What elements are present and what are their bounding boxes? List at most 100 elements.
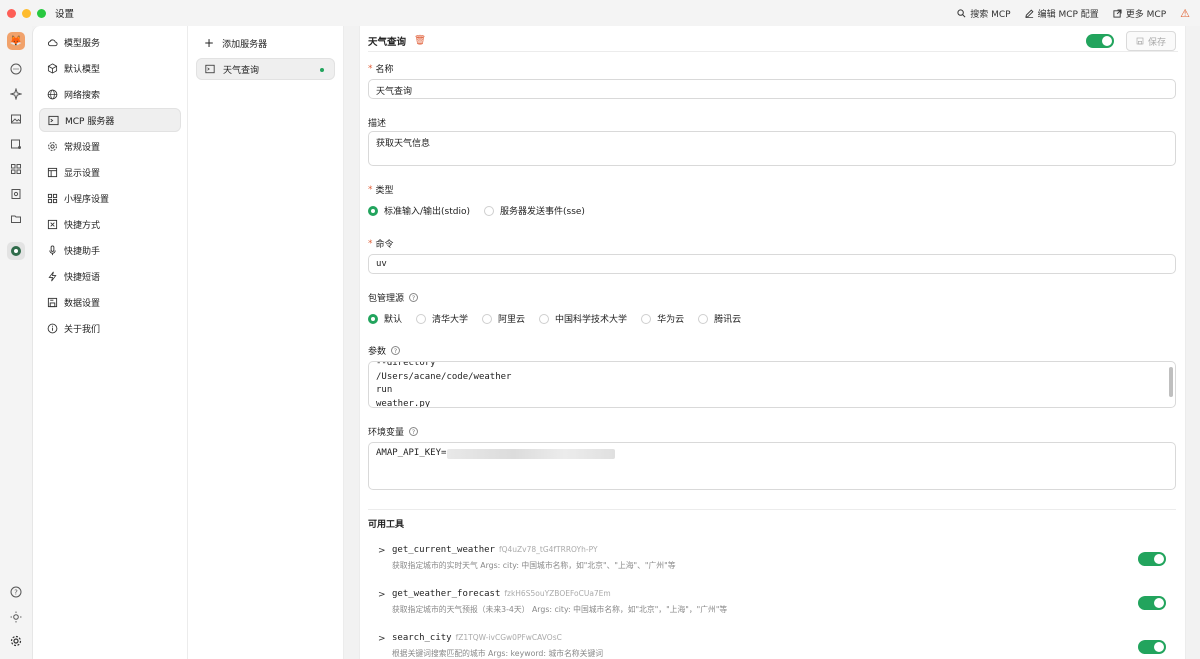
command-label-text: 命令 xyxy=(375,240,394,250)
nav-item-label: 关于我们 xyxy=(64,324,101,335)
args-scrollbar[interactable] xyxy=(1169,367,1173,397)
terminal-icon xyxy=(205,64,215,74)
tool-description: 根据关键词搜索匹配的城市 Args: keyword: 城市名称关键词 xyxy=(392,649,604,658)
radio-unselected xyxy=(482,313,493,324)
registry-option-huawei[interactable]: 华为云 xyxy=(641,312,684,325)
more-mcp-label: 更多 MCP xyxy=(1125,9,1167,20)
server-item-label: 天气查询 xyxy=(223,65,260,76)
nav-item-label: 快捷助手 xyxy=(64,246,101,257)
help-icon[interactable]: ? xyxy=(391,346,401,355)
edit-mcp-config-button[interactable]: 编辑 MCP 配置 xyxy=(1024,7,1099,20)
tool-id: fzkH6S5ouYZBOEFoCUa7Em xyxy=(504,589,611,598)
chevron-right-icon[interactable]: > xyxy=(378,634,386,644)
save-button[interactable]: 保存 xyxy=(1126,31,1176,51)
tool-enable-toggle[interactable] xyxy=(1138,596,1166,610)
registry-option-tsinghua[interactable]: 清华大学 xyxy=(416,312,468,325)
tool-enable-toggle[interactable] xyxy=(1138,640,1166,654)
registry-option-ustc[interactable]: 中国科学技术大学 xyxy=(539,312,627,325)
theme-sun-icon[interactable] xyxy=(8,609,24,625)
add-server-label: 添加服务器 xyxy=(222,39,268,50)
radio-selected xyxy=(368,205,378,216)
args-line: run xyxy=(376,385,393,395)
chevron-right-icon[interactable]: > xyxy=(378,546,386,556)
nav-item-quick-phrases[interactable]: 快捷短语 xyxy=(39,264,181,288)
warning-icon[interactable]: ⚠ xyxy=(1180,7,1190,20)
registry-option-label: 华为云 xyxy=(657,315,685,325)
type-option-stdio[interactable]: 标准输入/输出(stdio) xyxy=(368,204,470,217)
registry-option-label: 中国科学技术大学 xyxy=(555,315,628,325)
command-label: * 命令 xyxy=(368,237,394,251)
description-field[interactable]: 获取天气信息 xyxy=(368,131,1176,166)
nav-item-about[interactable]: 关于我们 xyxy=(39,316,181,340)
help-icon[interactable]: ? xyxy=(8,584,24,600)
env-textarea[interactable]: AMAP_API_KEY= xyxy=(368,442,1176,490)
gear-icon xyxy=(48,141,57,151)
radio-unselected xyxy=(698,313,709,324)
tool-row[interactable]: > search_city fZ1TQW-ivCGw0PFwCAVOsC 根据关键… xyxy=(368,630,1176,659)
document-search-icon[interactable] xyxy=(8,186,24,202)
minimize-window-button[interactable] xyxy=(22,8,31,18)
apps-grid-icon[interactable] xyxy=(8,161,24,177)
folder-icon[interactable] xyxy=(8,211,24,227)
sparkle-icon[interactable] xyxy=(8,86,24,102)
nav-item-shortcuts[interactable]: 快捷方式 xyxy=(39,212,181,236)
server-item-weather[interactable]: 天气查询 xyxy=(196,58,335,80)
command-field[interactable]: uv xyxy=(368,254,1176,274)
search-mcp-button[interactable]: 搜索 MCP xyxy=(957,7,1011,20)
args-line: weather.py xyxy=(376,398,431,408)
close-window-button[interactable] xyxy=(7,8,16,18)
registry-option-tencent[interactable]: 腾讯云 xyxy=(698,312,741,325)
chevron-right-icon[interactable]: > xyxy=(378,590,386,600)
tool-row[interactable]: > get_current_weather fQ4uZv78_tG4fTRROYh… xyxy=(368,542,1176,582)
settings-gear-icon[interactable] xyxy=(8,633,24,649)
settings-nav: 模型服务 默认模型 网络搜索 MCP 服务器 常规设置 显示设置 小程序设置 快… xyxy=(32,26,188,659)
tool-name-row: get_weather_forecast fzkH6S5ouYZBOEFoCUa7… xyxy=(392,589,611,599)
server-form: 天气查询 🗑 保存 * 名称 天气查询 描述 获取天气信息 * 类型 标准输入/… xyxy=(359,26,1186,659)
tool-description: 获取指定城市的天气预报（未来3-4天） Args: city: 中国城市名称，如… xyxy=(392,605,728,614)
tool-enable-toggle[interactable] xyxy=(1138,552,1166,566)
trash-icon[interactable]: 🗑 xyxy=(414,35,426,46)
registry-option-label: 腾讯云 xyxy=(714,315,742,325)
nav-item-quick-assistant[interactable]: 快捷助手 xyxy=(39,238,181,262)
edit-mcp-config-label: 编辑 MCP 配置 xyxy=(1037,9,1099,20)
type-option-label: 标准输入/输出(stdio) xyxy=(384,207,470,217)
radio-unselected xyxy=(539,313,550,324)
args-textarea[interactable]: --directory /Users/acane/code/weather ru… xyxy=(368,361,1176,408)
env-value: AMAP_API_KEY= xyxy=(376,448,447,458)
nav-item-data-settings[interactable]: 数据设置 xyxy=(39,290,181,314)
nav-item-web-search[interactable]: 网络搜索 xyxy=(39,82,181,106)
env-label: 环境变量 ? xyxy=(368,425,419,438)
nav-item-label: 默认模型 xyxy=(64,64,101,75)
plus-icon: + xyxy=(204,36,215,50)
zoom-window-button[interactable] xyxy=(37,8,46,18)
keyboard-icon xyxy=(47,219,58,229)
args-line: /Users/acane/code/weather xyxy=(376,371,512,382)
type-option-sse[interactable]: 服务器发送事件(sse) xyxy=(484,204,585,217)
section-divider xyxy=(368,509,1176,510)
nav-item-default-model[interactable]: 默认模型 xyxy=(39,56,181,80)
nav-item-display-settings[interactable]: 显示设置 xyxy=(39,160,181,184)
save-icon xyxy=(47,297,58,307)
registry-option-aliyun[interactable]: 阿里云 xyxy=(482,312,525,325)
image-edit-icon[interactable] xyxy=(8,136,24,152)
nav-item-miniapp-settings[interactable]: 小程序设置 xyxy=(39,186,181,210)
radio-unselected xyxy=(641,313,652,324)
help-icon[interactable]: ? xyxy=(409,427,419,436)
nav-item-general-settings[interactable]: 常规设置 xyxy=(39,134,181,158)
registry-option-default[interactable]: 默认 xyxy=(368,312,402,325)
server-enable-toggle[interactable] xyxy=(1086,34,1114,48)
nav-item-mcp-servers[interactable]: MCP 服务器 xyxy=(39,108,181,132)
chat-icon[interactable] xyxy=(8,61,24,77)
more-mcp-button[interactable]: 更多 MCP xyxy=(1113,7,1166,20)
add-server-button[interactable]: + 添加服务器 xyxy=(196,32,335,54)
nav-item-model-service[interactable]: 模型服务 xyxy=(39,30,181,54)
tool-row[interactable]: > get_weather_forecast fzkH6S5ouYZBOEFoCU… xyxy=(368,586,1176,626)
nav-item-label: 显示设置 xyxy=(64,168,101,179)
help-icon[interactable]: ? xyxy=(409,293,419,302)
mcp-app-icon[interactable] xyxy=(7,242,25,260)
cube-icon xyxy=(47,62,58,74)
user-avatar[interactable]: 🦊 xyxy=(7,32,25,50)
name-field[interactable]: 天气查询 xyxy=(368,79,1176,99)
tool-id: fZ1TQW-ivCGw0PFwCAVOsC xyxy=(455,633,562,642)
image-icon[interactable] xyxy=(8,111,24,127)
